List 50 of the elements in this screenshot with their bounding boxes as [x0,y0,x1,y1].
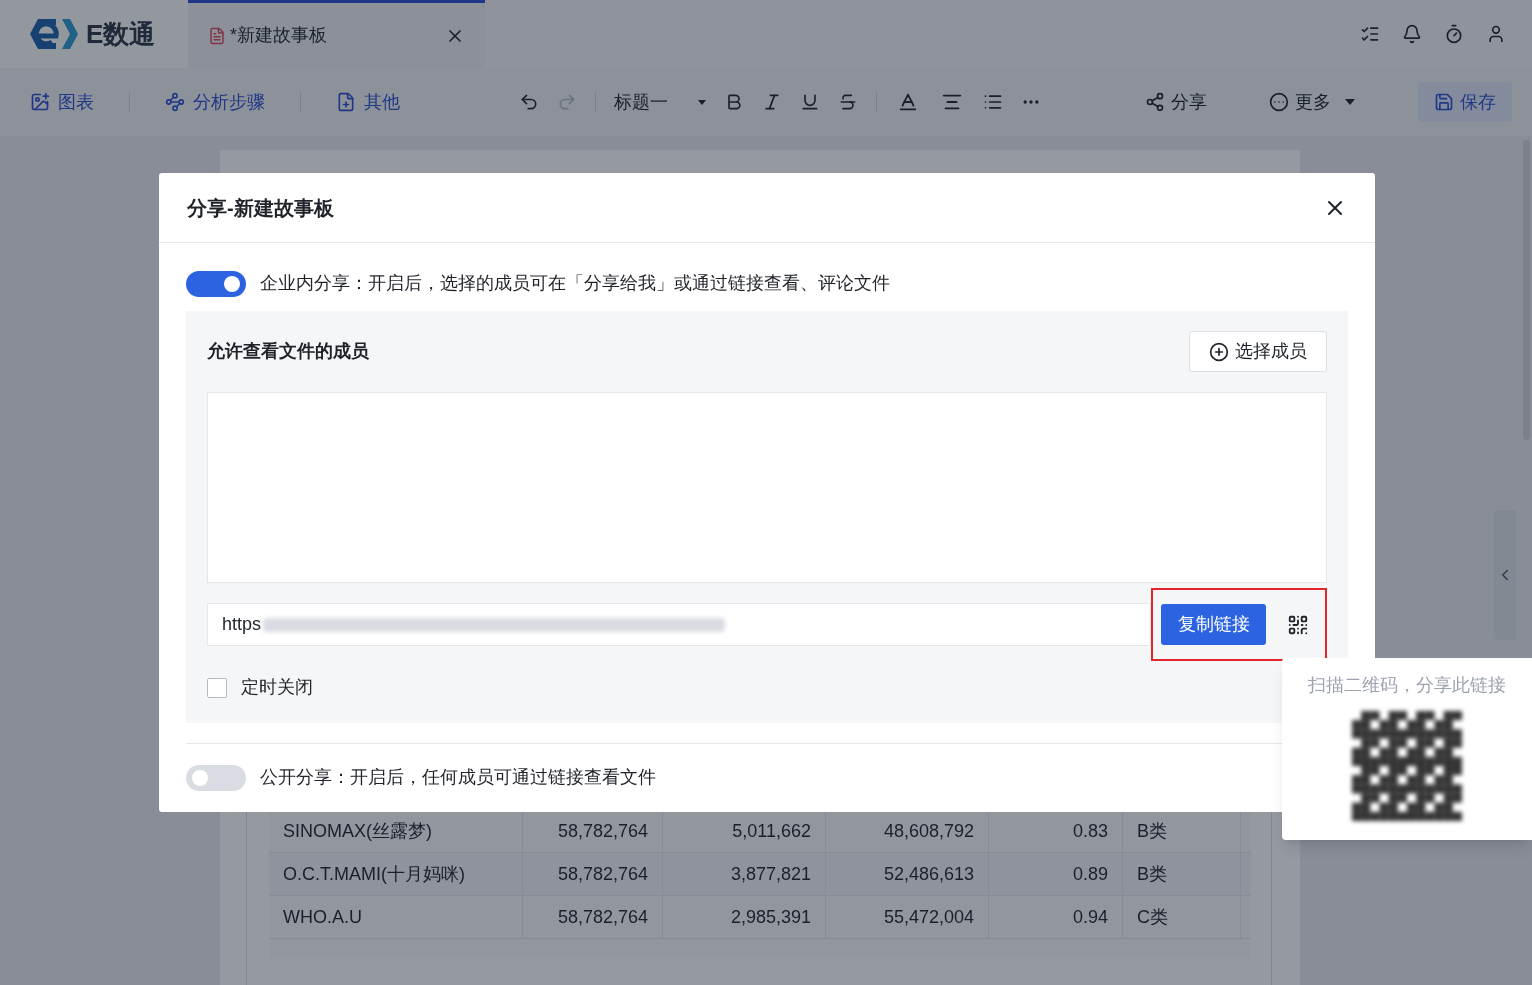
bell-icon[interactable] [1402,24,1422,44]
toolbar-icon [165,92,185,112]
task-list-icon[interactable] [1360,24,1380,44]
heading-style-dropdown[interactable]: 标题一 [614,88,706,116]
toolbar-button[interactable]: 其他 [336,88,400,116]
toolbar-button[interactable]: 分析步骤 [165,88,265,116]
toggle-label: 公开分享：开启后，任何成员可通过链接查看文件 [260,766,656,789]
undo-icon[interactable] [519,92,539,112]
share-button[interactable]: 分享 [1145,88,1207,116]
select-members-button[interactable]: 选择成员 [1189,331,1327,372]
list-icon[interactable] [983,92,1003,112]
toolbar-button[interactable]: 图表 [30,88,94,116]
qr-code-icon[interactable] [1287,613,1309,636]
table-cell: WHO.A.U [269,896,523,938]
plus-circle-icon [1209,341,1229,362]
link-field[interactable]: https [207,603,1151,646]
table-cell: C类 [1123,896,1241,938]
checkbox-label: 定时关闭 [241,676,313,699]
table-cell: 52,486,613 [826,853,989,895]
share-icon [1145,92,1165,112]
table-cell: 2,985,391 [663,896,826,938]
table-cell: 55,472,004 [826,896,989,938]
panel-heading: 允许查看文件的成员 [207,340,369,363]
user-icon[interactable] [1486,24,1506,44]
save-button[interactable]: 保存 [1418,82,1512,122]
toolbar-icon [30,92,50,112]
checkbox[interactable] [207,677,227,698]
table-cell: O.C.T.MAMI(十月妈咪) [269,853,523,895]
underline-icon[interactable] [800,92,820,112]
italic-icon[interactable] [762,92,782,112]
toggle-label: 企业内分享：开启后，选择的成员可在「分享给我」或通过链接查看、评论文件 [260,272,890,295]
more-button[interactable]: 更多 [1269,88,1355,116]
save-icon [1434,92,1454,112]
popover-text: 扫描二维码，分享此链接 [1308,674,1506,697]
table-cell: B类 [1123,853,1241,895]
document-icon [208,26,226,45]
table-cell: 58,782,764 [523,896,663,938]
table-cell: 3,877,821 [663,853,826,895]
table-cell: 0.89 [989,853,1123,895]
toolbar-icon [336,92,356,112]
copy-link-button[interactable]: 复制链接 [1161,604,1266,645]
logo-text: E数通 [86,17,156,51]
strikethrough-icon[interactable] [838,92,858,112]
table-cell: 0.94 [989,896,1123,938]
dialog-title: 分享-新建故事板 [187,195,334,221]
timer-icon[interactable] [1444,24,1464,44]
ellipsis-circle-icon [1269,92,1289,112]
table-cell: 58,782,764 [523,853,663,895]
toggle-switch[interactable] [186,764,246,791]
toggle-switch[interactable] [186,270,246,297]
